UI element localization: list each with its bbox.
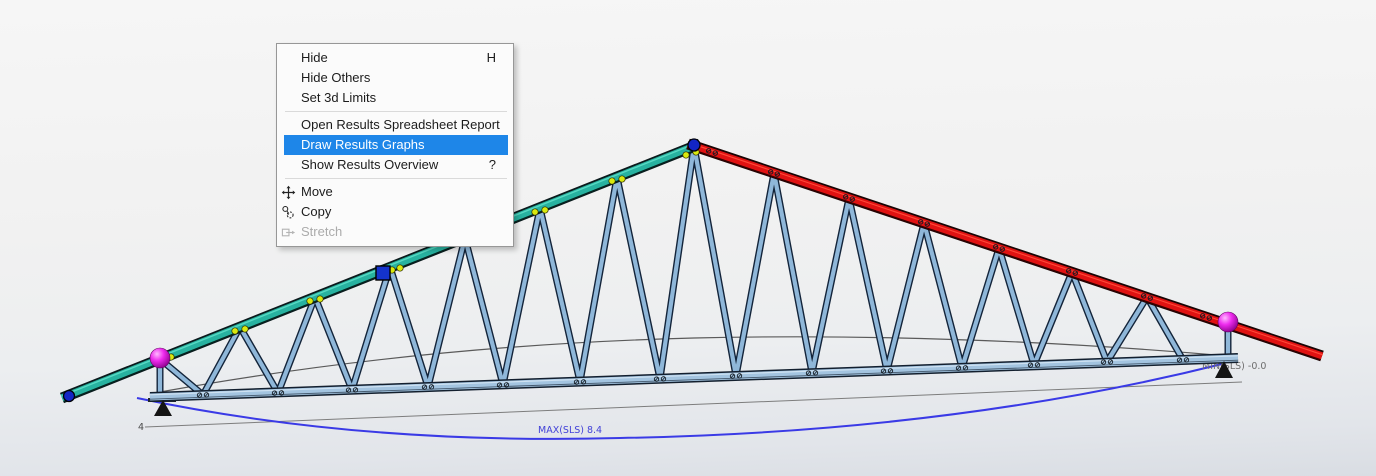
menu-shortcut: ? (489, 155, 496, 175)
label-max-deflection: MAX(SLS) 8.4 (538, 425, 602, 436)
truss-bottom-chord[interactable] (150, 356, 1238, 399)
menu-item-label: Hide Others (301, 68, 496, 88)
menu-item-draw-results-graphs[interactable]: Draw Results Graphs (284, 135, 508, 155)
stretch-icon (281, 225, 296, 240)
support-sphere-left[interactable] (150, 348, 170, 368)
menu-item-copy[interactable]: Copy (284, 202, 508, 222)
menu-item-open-results-spreadsheet-report[interactable]: Open Results Spreadsheet Report (284, 115, 508, 135)
menu-item-show-results-overview[interactable]: Show Results Overview ? (284, 155, 508, 175)
menu-item-hide[interactable]: Hide H (284, 48, 508, 68)
label-datum-number: 4 (138, 422, 144, 433)
menu-item-label: Copy (301, 202, 496, 222)
menu-item-hide-others[interactable]: Hide Others (284, 68, 508, 88)
model-viewport: 4 MAX(SLS) 8.4 MIN(SLS) -0.0 (0, 0, 1376, 476)
menu-item-label: Show Results Overview (301, 155, 479, 175)
menu-shortcut: H (487, 48, 496, 68)
move-icon (281, 185, 296, 200)
menu-item-label: Move (301, 182, 496, 202)
support-sphere-right[interactable] (1218, 312, 1238, 332)
node-marker-apex[interactable] (688, 139, 700, 151)
node-marker-left-end[interactable] (64, 391, 75, 402)
menu-item-set-3d-limits[interactable]: Set 3d Limits (284, 88, 508, 108)
application-viewport: { "context_menu": { "items": [ {"label":… (0, 0, 1376, 476)
copy-icon (281, 205, 296, 220)
menu-item-label: Open Results Spreadsheet Report (301, 115, 500, 135)
context-menu: Hide H Hide Others Set 3d Limits Open Re… (276, 43, 514, 247)
menu-item-label: Set 3d Limits (301, 88, 496, 108)
menu-item-label: Hide (301, 48, 477, 68)
menu-item-label: Draw Results Graphs (301, 135, 496, 155)
menu-item-move[interactable]: Move (284, 182, 508, 202)
menu-separator (285, 178, 507, 179)
menu-separator (285, 111, 507, 112)
node-marker-selected-square[interactable] (376, 266, 390, 280)
menu-item-label: Stretch (301, 222, 496, 242)
menu-item-stretch: Stretch (284, 222, 508, 242)
